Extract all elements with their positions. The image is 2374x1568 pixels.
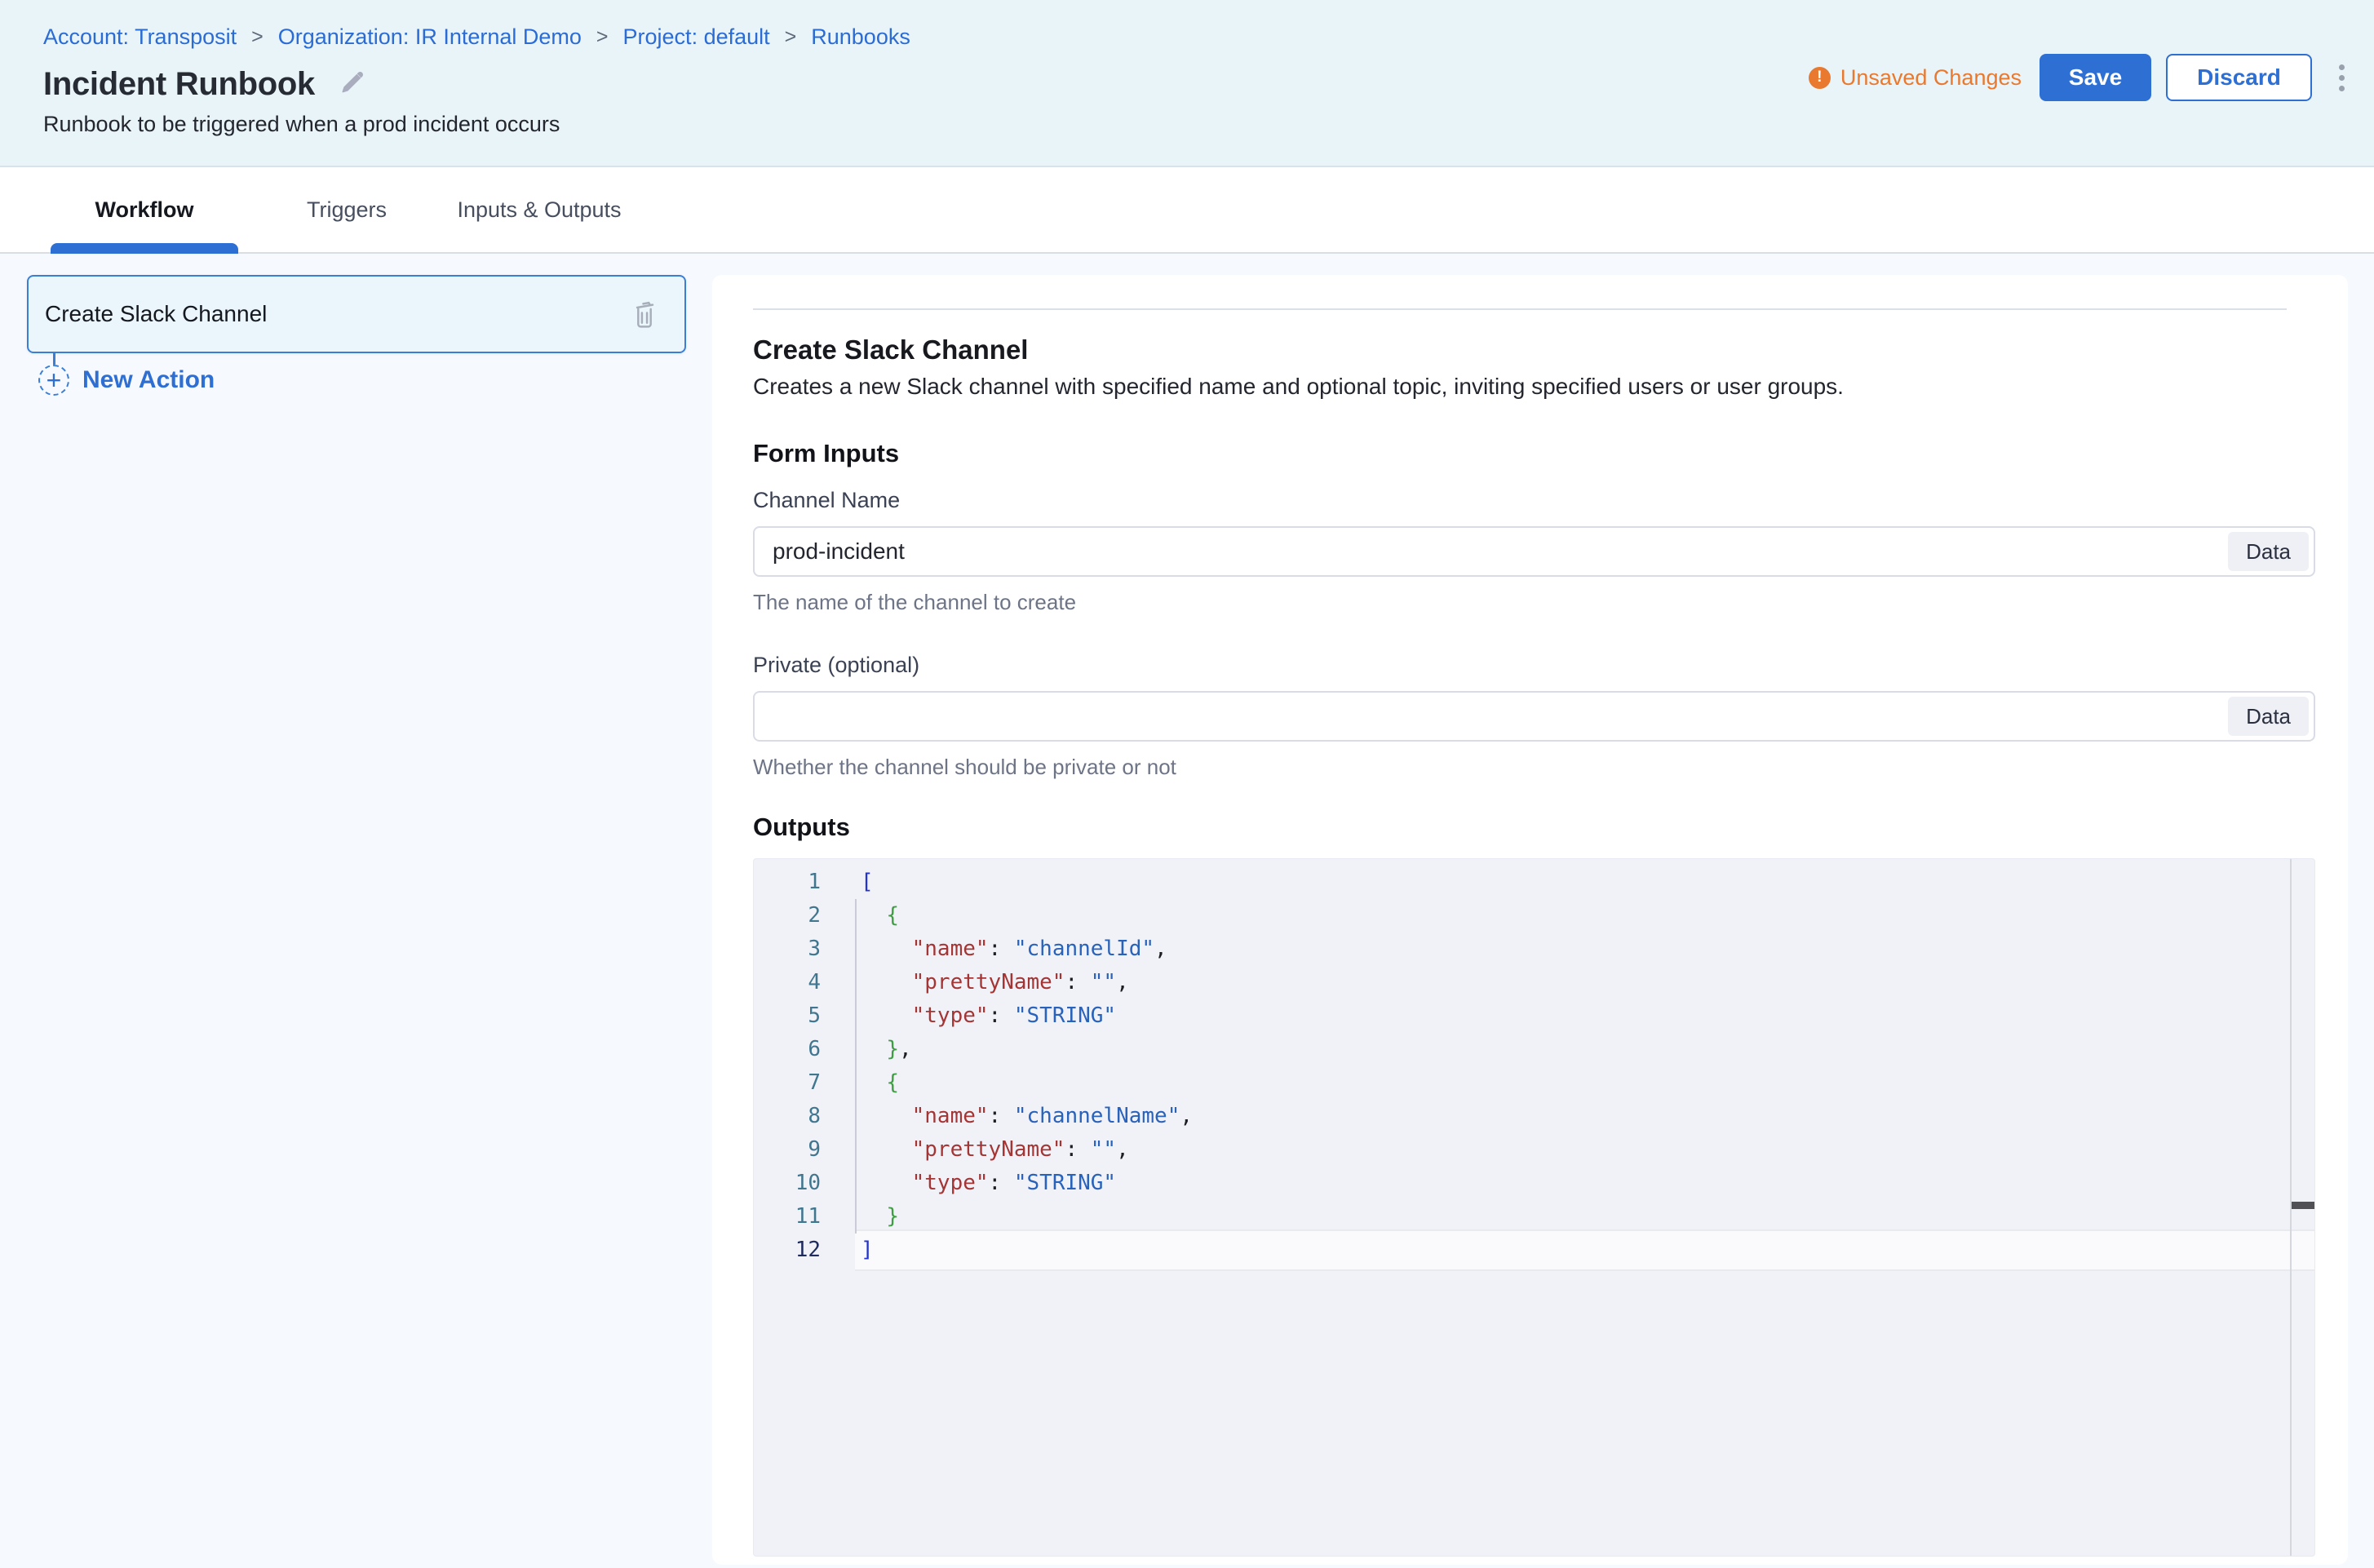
code-line: 5 "type": "STRING" <box>754 999 2314 1033</box>
chevron-right-icon: > <box>251 23 264 51</box>
page-subtitle: Runbook to be triggered when a prod inci… <box>43 111 2374 138</box>
line-number: 4 <box>754 966 826 999</box>
tab-bar: Workflow Triggers Inputs & Outputs <box>0 167 2374 254</box>
line-number: 5 <box>754 999 826 1033</box>
action-description: Creates a new Slack channel with specifi… <box>753 372 2315 401</box>
private-helper: Whether the channel should be private or… <box>753 755 2315 780</box>
save-button[interactable]: Save <box>2040 54 2151 101</box>
channel-name-label: Channel Name <box>753 488 2315 513</box>
chevron-right-icon: > <box>785 23 797 51</box>
line-number: 1 <box>754 866 826 899</box>
tab-workflow[interactable]: Workflow <box>51 197 238 223</box>
new-action-label: New Action <box>82 366 215 394</box>
header-actions: ! Unsaved Changes Save Discard <box>1809 54 2350 101</box>
edit-title-button[interactable] <box>336 69 365 99</box>
private-data-button[interactable]: Data <box>2228 697 2309 736</box>
tab-triggers[interactable]: Triggers <box>286 197 408 223</box>
chevron-right-icon: > <box>596 23 609 51</box>
outputs-code-editor[interactable]: 1[2 {3 "name": "channelId",4 "prettyName… <box>753 858 2315 1557</box>
step-label: Create Slack Channel <box>45 301 629 327</box>
divider <box>753 308 2287 310</box>
line-number: 6 <box>754 1033 826 1066</box>
outputs-heading: Outputs <box>753 813 2315 842</box>
line-number: 12 <box>754 1234 826 1267</box>
content-area: Create Slack Channel + New Action Create… <box>0 254 2374 1568</box>
breadcrumb-runbooks[interactable]: Runbooks <box>811 23 910 51</box>
editor-scrollbar-thumb[interactable] <box>2292 1202 2314 1209</box>
unsaved-changes-badge: ! Unsaved Changes <box>1809 65 2022 91</box>
page-title: Incident Runbook <box>43 64 315 104</box>
private-input[interactable] <box>753 691 2315 742</box>
breadcrumb-account[interactable]: Account: Transposit <box>43 23 237 51</box>
code-line: 6 }, <box>754 1033 2314 1066</box>
channel-name-input[interactable] <box>753 526 2315 577</box>
action-title: Create Slack Channel <box>753 334 2315 365</box>
code-line: 1[ <box>754 866 2314 899</box>
discard-button[interactable]: Discard <box>2166 54 2312 101</box>
tab-inputs-outputs[interactable]: Inputs & Outputs <box>429 197 649 223</box>
new-action-button[interactable]: + New Action <box>38 365 215 396</box>
form-inputs-heading: Form Inputs <box>753 439 2315 468</box>
delete-step-button[interactable] <box>629 298 660 330</box>
warning-icon: ! <box>1809 67 1831 89</box>
unsaved-changes-label: Unsaved Changes <box>1840 65 2022 91</box>
active-tab-indicator <box>51 243 238 254</box>
code-line: 3 "name": "channelId", <box>754 932 2314 966</box>
private-label: Private (optional) <box>753 653 2315 678</box>
kebab-menu-icon[interactable] <box>2333 64 2350 91</box>
step-connector-line <box>53 353 55 365</box>
code-line: 9 "prettyName": "", <box>754 1133 2314 1167</box>
code-line: 12] <box>754 1234 2314 1267</box>
code-line: 8 "name": "channelName", <box>754 1100 2314 1133</box>
trash-icon <box>629 298 660 330</box>
code-line: 4 "prettyName": "", <box>754 966 2314 999</box>
code-line: 11 } <box>754 1200 2314 1234</box>
channel-name-field-wrap: Data <box>753 526 2315 577</box>
page-header: Account: Transposit > Organization: IR I… <box>0 0 2374 167</box>
line-number: 11 <box>754 1200 826 1234</box>
line-number: 9 <box>754 1133 826 1167</box>
code-line: 2 { <box>754 899 2314 932</box>
channel-name-data-button[interactable]: Data <box>2228 532 2309 571</box>
private-field-wrap: Data <box>753 691 2315 742</box>
line-number: 7 <box>754 1066 826 1100</box>
line-number: 3 <box>754 932 826 966</box>
breadcrumb: Account: Transposit > Organization: IR I… <box>43 23 2374 51</box>
line-number: 10 <box>754 1167 826 1200</box>
pencil-icon <box>336 69 365 99</box>
breadcrumb-organization[interactable]: Organization: IR Internal Demo <box>278 23 582 51</box>
line-number: 8 <box>754 1100 826 1133</box>
workflow-steps-panel: Create Slack Channel + New Action <box>27 275 686 396</box>
plus-icon: + <box>38 365 69 396</box>
code-line: 10 "type": "STRING" <box>754 1167 2314 1200</box>
channel-name-helper: The name of the channel to create <box>753 590 2315 615</box>
action-detail-panel: Create Slack Channel Creates a new Slack… <box>712 275 2348 1565</box>
code-line: 7 { <box>754 1066 2314 1100</box>
workflow-step-card[interactable]: Create Slack Channel <box>27 275 686 353</box>
breadcrumb-project[interactable]: Project: default <box>623 23 770 51</box>
line-number: 2 <box>754 899 826 932</box>
